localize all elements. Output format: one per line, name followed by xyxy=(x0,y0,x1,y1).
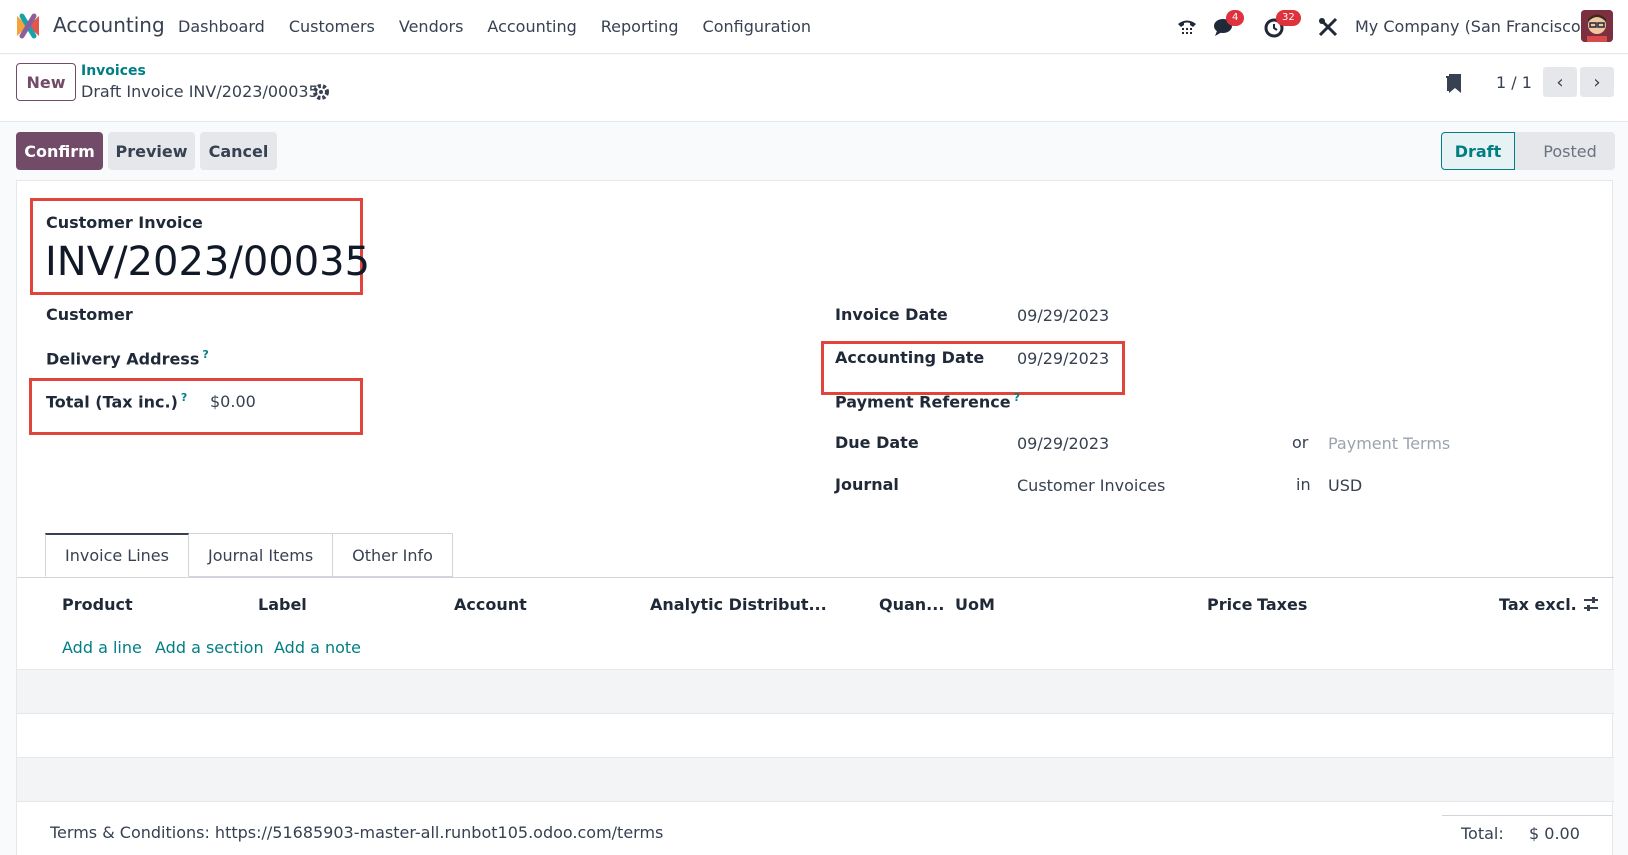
menu-reporting[interactable]: Reporting xyxy=(601,17,679,36)
in-text: in xyxy=(1296,475,1311,494)
due-date-field[interactable]: 09/29/2023 xyxy=(1017,434,1109,453)
activities-badge: 32 xyxy=(1276,10,1301,26)
top-navbar: Accounting Dashboard Customers Vendors A… xyxy=(0,0,1628,54)
grand-total-label: Total: xyxy=(1461,824,1504,843)
empty-row xyxy=(17,670,1614,713)
help-icon[interactable]: ? xyxy=(202,348,208,361)
totals-divider xyxy=(1442,815,1612,824)
tab-other-info[interactable]: Other Info xyxy=(333,533,453,577)
notebook-tabs: Invoice Lines Journal Items Other Info xyxy=(45,533,453,577)
breadcrumb-current: Draft Invoice INV/2023/00035 xyxy=(81,82,319,101)
phone-icon[interactable] xyxy=(1174,14,1200,40)
cancel-button[interactable]: Cancel xyxy=(200,132,277,170)
pager-next-button[interactable]: › xyxy=(1580,67,1614,97)
tab-invoice-lines[interactable]: Invoice Lines xyxy=(45,533,189,577)
pager-previous-button[interactable]: ‹ xyxy=(1543,67,1577,97)
stage-draft[interactable]: Draft xyxy=(1441,132,1515,170)
terms-and-conditions[interactable]: Terms & Conditions: https://51685903-mas… xyxy=(50,823,663,842)
delivery-address-label: Delivery Address? xyxy=(46,348,209,369)
messages-icon[interactable]: 4 xyxy=(1212,10,1245,40)
column-price[interactable]: Price xyxy=(1207,595,1252,614)
add-note-link[interactable]: Add a note xyxy=(274,638,361,657)
column-uom[interactable]: UoM xyxy=(955,595,995,614)
accounting-date-field[interactable]: 09/29/2023 xyxy=(1017,349,1109,368)
help-icon[interactable]: ? xyxy=(1014,391,1020,404)
menu-vendors[interactable]: Vendors xyxy=(399,17,464,36)
activities-icon[interactable]: 32 xyxy=(1262,10,1301,40)
column-label[interactable]: Label xyxy=(258,595,307,614)
column-account[interactable]: Account xyxy=(454,595,527,614)
tabs-divider xyxy=(17,577,1614,578)
empty-row xyxy=(17,758,1614,801)
app-name[interactable]: Accounting xyxy=(53,13,165,37)
payment-reference-label: Payment Reference? xyxy=(835,391,1021,412)
column-quantity[interactable]: Quan... xyxy=(879,595,944,614)
invoice-type-label: Customer Invoice xyxy=(46,213,203,232)
table-divider xyxy=(17,713,1614,714)
menu-configuration[interactable]: Configuration xyxy=(703,17,812,36)
menu-customers[interactable]: Customers xyxy=(289,17,375,36)
stage-posted[interactable]: Posted xyxy=(1515,132,1615,170)
add-section-link[interactable]: Add a section xyxy=(155,638,264,657)
main-menu: Dashboard Customers Vendors Accounting R… xyxy=(178,17,835,36)
bookmark-icon[interactable] xyxy=(1445,71,1463,95)
control-panel: New Invoices Draft Invoice INV/2023/0003… xyxy=(0,55,1628,122)
preview-button[interactable]: Preview xyxy=(108,132,195,170)
journal-field[interactable]: Customer Invoices xyxy=(1017,476,1165,495)
due-date-label: Due Date xyxy=(835,433,919,452)
menu-dashboard[interactable]: Dashboard xyxy=(178,17,265,36)
total-label: Total (Tax inc.)? xyxy=(46,391,188,412)
confirm-button[interactable]: Confirm xyxy=(16,132,103,170)
column-analytic-distribution[interactable]: Analytic Distribut... xyxy=(650,595,827,614)
optional-columns-icon[interactable] xyxy=(1582,595,1600,613)
gear-icon[interactable] xyxy=(312,83,330,101)
currency-field[interactable]: USD xyxy=(1328,476,1362,495)
column-product[interactable]: Product xyxy=(62,595,133,614)
add-line-link[interactable]: Add a line xyxy=(62,638,142,657)
or-text: or xyxy=(1292,433,1309,452)
table-divider xyxy=(17,801,1614,802)
accounting-date-label: Accounting Date xyxy=(835,348,985,367)
customer-label: Customer xyxy=(46,305,133,324)
column-tax-excl[interactable]: Tax excl. xyxy=(1499,595,1577,614)
status-bar: Draft Posted xyxy=(1441,132,1615,170)
column-taxes[interactable]: Taxes xyxy=(1257,595,1307,614)
tools-icon[interactable] xyxy=(1315,14,1341,40)
invoice-date-field[interactable]: 09/29/2023 xyxy=(1017,306,1109,325)
total-value: $0.00 xyxy=(210,392,256,411)
breadcrumb-invoices[interactable]: Invoices xyxy=(81,63,146,79)
invoice-number: INV/2023/00035 xyxy=(45,239,371,285)
new-button[interactable]: New xyxy=(16,63,76,101)
company-switcher[interactable]: My Company (San Francisco) xyxy=(1355,17,1587,36)
grand-total-value: $ 0.00 xyxy=(1529,824,1580,843)
menu-accounting[interactable]: Accounting xyxy=(487,17,576,36)
journal-label: Journal xyxy=(835,475,899,494)
form-sheet: Customer Invoice INV/2023/00035 Customer… xyxy=(16,180,1614,855)
messages-badge: 4 xyxy=(1226,10,1245,26)
help-icon[interactable]: ? xyxy=(181,391,187,404)
pager-value[interactable]: 1 / 1 xyxy=(1496,73,1532,92)
user-avatar[interactable] xyxy=(1581,10,1613,42)
accounting-app-icon[interactable] xyxy=(14,12,42,40)
tab-journal-items[interactable]: Journal Items xyxy=(188,533,334,577)
payment-terms-field[interactable]: Payment Terms xyxy=(1328,434,1450,453)
invoice-date-label: Invoice Date xyxy=(835,305,948,324)
